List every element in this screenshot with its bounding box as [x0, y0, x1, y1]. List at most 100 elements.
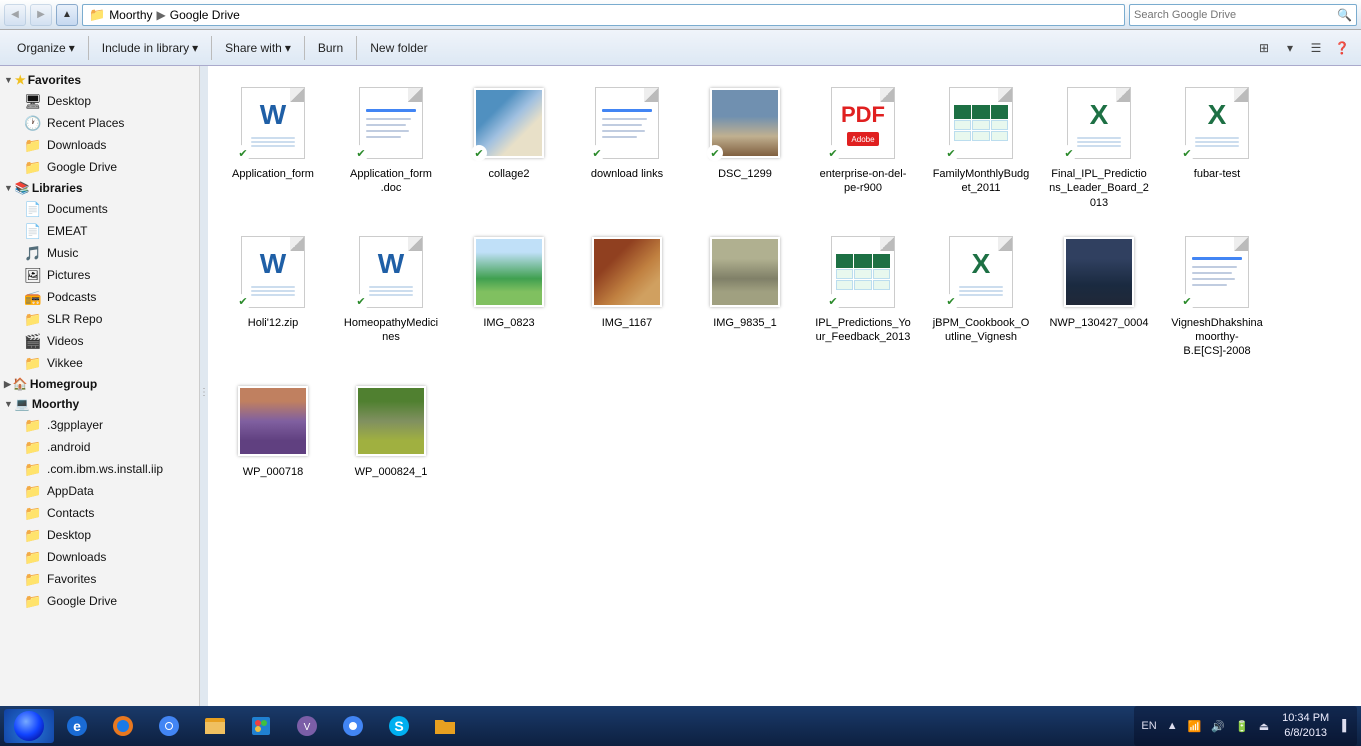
include-library-button[interactable]: Include in library ▾	[93, 34, 207, 62]
back-button[interactable]: ◀	[4, 4, 26, 26]
file-item[interactable]: WP_000824_1	[336, 374, 446, 486]
sidebar-item-vikkee[interactable]: 📁 Vikkee	[8, 352, 199, 374]
file-item[interactable]: IMG_0823	[454, 225, 564, 366]
file-item[interactable]: X ✔ jBPM_Cookbook_Outline_Vignesh	[926, 225, 1036, 366]
sidebar-item-pictures[interactable]: 🖼 Pictures	[8, 264, 199, 286]
sidebar-item-appdata[interactable]: 📁 AppData	[8, 480, 199, 502]
libraries-header[interactable]: ▼ 📚 Libraries	[0, 178, 199, 198]
up-button[interactable]: ▲	[56, 4, 78, 26]
sidebar-item-googledrive-comp[interactable]: 📁 Google Drive	[8, 590, 199, 612]
computer-header[interactable]: ▼ 💻 Moorthy	[0, 394, 199, 414]
file-item[interactable]: ✔ collage2	[454, 76, 564, 217]
sidebar-item-android[interactable]: 📁 .android	[8, 436, 199, 458]
sidebar-item-recent-places[interactable]: 🕐 Recent Places	[8, 112, 199, 134]
file-item[interactable]: ✔ download links	[572, 76, 682, 217]
start-button[interactable]	[4, 709, 54, 743]
sidebar-item-contacts[interactable]: 📁 Contacts	[8, 502, 199, 524]
file-item[interactable]: ✔ Application_form .doc	[336, 76, 446, 217]
file-item[interactable]: WP_000718	[218, 374, 328, 486]
taskbar-app-viber[interactable]: V	[285, 709, 329, 743]
organize-button[interactable]: Organize ▾	[8, 34, 84, 62]
view-large-icons-button[interactable]: ⊞	[1253, 37, 1275, 59]
file-item[interactable]: ✔ FamilyMonthlyBudget_2011	[926, 76, 1036, 217]
sidebar-item-music[interactable]: 🎵 Music	[8, 242, 199, 264]
view-details-button[interactable]: ☰	[1305, 37, 1327, 59]
burn-button[interactable]: Burn	[309, 34, 352, 62]
sidebar-item-documents[interactable]: 📄 Documents	[8, 198, 199, 220]
resize-handle[interactable]: ⋮	[200, 66, 208, 718]
favorites-header[interactable]: ▼ ★ Favorites	[0, 70, 199, 90]
sidebar-item-emeat[interactable]: 📄 EMEAT	[8, 220, 199, 242]
new-folder-button[interactable]: New folder	[361, 34, 436, 62]
sidebar-item-google-drive-fav[interactable]: 📁 Google Drive	[8, 156, 199, 178]
sidebar-item-3gpplayer[interactable]: 📁 .3gpplayer	[8, 414, 199, 436]
sidebar-item-favorites-comp[interactable]: 📁 Favorites	[8, 568, 199, 590]
file-icon-wrap: W ✔	[233, 232, 313, 312]
sidebar-item-downloads-fav[interactable]: 📁 Downloads	[8, 134, 199, 156]
file-item[interactable]: IMG_1167	[572, 225, 682, 366]
taskbar-app-paint[interactable]	[239, 709, 283, 743]
search-bar[interactable]: 🔍	[1129, 4, 1357, 26]
taskbar-app-chrome2[interactable]	[331, 709, 375, 743]
view-dropdown-button[interactable]: ▾	[1279, 37, 1301, 59]
favorites-section: 🖥 Desktop 🕐 Recent Places 📁 Downloads 📁 …	[0, 90, 199, 178]
file-item[interactable]: X ✔ fubar-test	[1162, 76, 1272, 217]
file-item[interactable]: ✔ VigneshDhakshinamoorthy-B.E[CS]-2008	[1162, 225, 1272, 366]
tray-network[interactable]: 📶	[1185, 720, 1205, 733]
file-label: WP_000718	[243, 465, 304, 479]
taskbar-app-chrome[interactable]	[147, 709, 191, 743]
tray-arrow-up[interactable]: ▲	[1164, 720, 1181, 732]
tray-battery[interactable]: 🔋	[1232, 720, 1252, 733]
sync-check-badge: ✔	[471, 145, 487, 161]
file-label: IMG_1167	[602, 316, 653, 330]
sidebar-item-desktop-comp[interactable]: 📁 Desktop	[8, 524, 199, 546]
file-label: NWP_130427_0004	[1049, 316, 1148, 330]
file-label: Application_form	[232, 167, 314, 181]
videos-icon: 🎬	[24, 333, 42, 350]
homegroup-header[interactable]: ▶ 🏠 Homegroup	[0, 374, 199, 394]
file-item[interactable]: W ✔ Holi'12.zip	[218, 225, 328, 366]
taskbar-app-skype[interactable]: S	[377, 709, 421, 743]
recent-places-icon: 🕐	[24, 115, 42, 132]
tray-usb[interactable]: ⏏	[1256, 720, 1272, 733]
file-item[interactable]: W ✔ HomeopathyMedicines	[336, 225, 446, 366]
share-with-button[interactable]: Share with ▾	[216, 34, 300, 62]
taskbar-app-firefox[interactable]	[101, 709, 145, 743]
sidebar-item-desktop[interactable]: 🖥 Desktop	[8, 90, 199, 112]
file-item[interactable]: X ✔ Final_IPL_Predictions_Leader_Board_2…	[1044, 76, 1154, 217]
sidebar-item-slr-repo[interactable]: 📁 SLR Repo	[8, 308, 199, 330]
folder-icon: 📁	[89, 7, 105, 23]
file-item[interactable]: IMG_9835_1	[690, 225, 800, 366]
file-item[interactable]: NWP_130427_0004	[1044, 225, 1154, 366]
pdf-icon: PDF Adobe	[831, 87, 895, 159]
libraries-section: 📄 Documents 📄 EMEAT 🎵 Music 🖼 Pictures 📻…	[0, 198, 199, 374]
taskbar-app-ie[interactable]: e	[55, 709, 99, 743]
sidebar-item-ibm[interactable]: 📁 .com.ibm.ws.install.iip	[8, 458, 199, 480]
tray-volume[interactable]: 🔊	[1208, 720, 1228, 733]
forward-button[interactable]: ▶	[30, 4, 52, 26]
address-path-current: Google Drive	[170, 8, 240, 22]
toolbar-separator-2	[211, 36, 212, 60]
tray-lang[interactable]: EN	[1138, 720, 1159, 732]
file-item[interactable]: PDF Adobe ✔ enterprise-on-del-pe-r900	[808, 76, 918, 217]
file-item[interactable]: ✔ DSC_1299	[690, 76, 800, 217]
address-bar[interactable]: 📁 Moorthy ▶ Google Drive	[82, 4, 1125, 26]
file-icon-wrap	[587, 232, 667, 312]
clock[interactable]: 10:34 PM 6/8/2013	[1276, 711, 1335, 742]
pictures-icon: 🖼	[24, 267, 42, 284]
taskbar-app-explorer[interactable]	[193, 709, 237, 743]
sidebar-item-podcasts[interactable]: 📻 Podcasts	[8, 286, 199, 308]
taskbar-app-folder[interactable]	[423, 709, 467, 743]
sidebar-item-downloads-comp[interactable]: 📁 Downloads	[8, 546, 199, 568]
emeat-icon: 📄	[24, 223, 42, 240]
tray-show-desktop[interactable]: ▌	[1339, 720, 1353, 732]
desktop-icon: 🖥	[24, 93, 42, 110]
sidebar-item-videos[interactable]: 🎬 Videos	[8, 330, 199, 352]
search-input[interactable]	[1134, 9, 1337, 21]
podcasts-icon: 📻	[24, 289, 42, 306]
file-item[interactable]: ✔ IPL_Predictions_Your_Feedback_2013	[808, 225, 918, 366]
toolbar: Organize ▾ Include in library ▾ Share wi…	[0, 30, 1361, 66]
file-item[interactable]: W ✔ Application_form	[218, 76, 328, 217]
help-button[interactable]: ❓	[1331, 37, 1353, 59]
sync-check-badge: ✔	[235, 145, 251, 161]
